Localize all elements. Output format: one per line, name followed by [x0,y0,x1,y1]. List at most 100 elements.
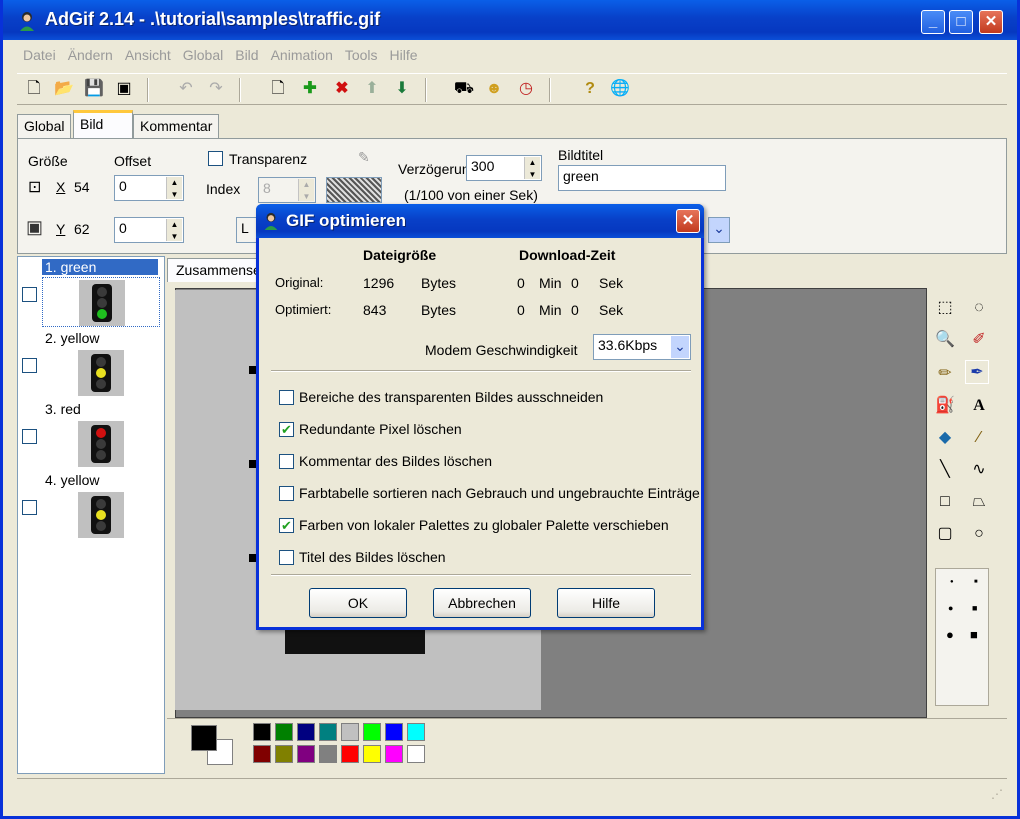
curve-icon[interactable]: ∿ [967,458,991,482]
palette-swatch[interactable] [275,745,293,763]
redo-icon[interactable]: ↷ [205,78,227,100]
index-input[interactable]: 8 ▲ ▼ [258,177,316,203]
move-down-icon[interactable]: ⬇ [391,78,413,100]
palette-swatch[interactable] [297,723,315,741]
frame-thumbnail-3[interactable] [42,419,160,469]
frame-thumbnail-1[interactable] [42,277,160,327]
frame-label-2[interactable]: 2. yellow [42,330,102,346]
frame-label-4[interactable]: 4. yellow [42,472,102,488]
menu-bild[interactable]: Bild [229,44,264,68]
resize-grip-icon[interactable]: ⋰ [991,787,1003,801]
save-as-icon[interactable]: ▣ [113,78,135,100]
offset-y-spinner[interactable]: ▲ ▼ [166,219,182,241]
chevron-down-icon[interactable]: ⌄ [671,336,689,358]
frame-label-1[interactable]: 1. green [42,259,158,275]
palette-swatch[interactable] [319,745,337,763]
menu-ansicht[interactable]: Ansicht [119,44,177,68]
palette-swatch[interactable] [275,723,293,741]
dialog-close-button[interactable]: ✕ [676,209,700,233]
rectangle-icon[interactable]: □ [933,490,957,514]
transparenz-checkbox[interactable] [208,151,223,166]
fill-bucket-icon[interactable]: ◆ [933,426,957,450]
undo-icon[interactable]: ↶ [175,78,197,100]
pen-icon[interactable]: ✒ [965,360,989,384]
palette-swatch[interactable] [363,745,381,763]
zoom-icon[interactable]: 🔍 [933,328,957,352]
brush-size-selector[interactable]: ● ■ ● ■ ● ■ [935,568,989,706]
maximize-button[interactable]: □ [949,10,973,34]
dialog-title-bar[interactable]: GIF optimieren ✕ [256,204,704,238]
dropdown-arrow-icon[interactable]: ⌄ [708,217,730,243]
menu-tools[interactable]: Tools [339,44,384,68]
index-spinner[interactable]: ▲ ▼ [298,179,314,201]
cancel-button[interactable]: Abbrechen [433,588,531,618]
frame-2-checkbox[interactable] [22,358,37,373]
color-picker-icon[interactable]: ⁄ [967,426,991,450]
option-checkbox-2[interactable]: ✔ [279,422,294,437]
option-checkbox-3[interactable] [279,454,294,469]
frame-label-3[interactable]: 3. red [42,401,84,417]
menu-hilfe[interactable]: Hilfe [384,44,424,68]
close-button[interactable]: ✕ [979,10,1003,34]
spray-icon[interactable]: ⛽ [933,394,957,418]
palette-swatch[interactable] [253,745,271,763]
palette-swatch[interactable] [385,745,403,763]
bildtitel-input[interactable]: green [558,165,726,191]
option-checkbox-1[interactable] [279,390,294,405]
delete-frame-icon[interactable]: ✖ [331,78,353,100]
transparency-color-picker[interactable] [326,177,382,203]
timing-clock-icon[interactable]: ◷ [515,78,537,100]
ellipse-icon[interactable]: ○ [967,522,991,546]
palette-swatch[interactable] [319,723,337,741]
new-frame-icon[interactable]: 🗋 [267,78,289,100]
foreground-color-swatch[interactable] [191,725,217,751]
eyedropper-icon[interactable]: ✎ [358,149,370,166]
title-bar[interactable]: AdGif 2.14 - .\tutorial\samples\traffic.… [3,0,1017,40]
frame-4-checkbox[interactable] [22,500,37,515]
line-icon[interactable]: ╲ [933,458,957,482]
palette-swatch[interactable] [341,723,359,741]
delay-input[interactable]: 300 ▲ ▼ [466,155,542,181]
new-file-icon[interactable]: 🗋 [23,78,45,100]
ok-button[interactable]: OK [309,588,407,618]
frame-thumbnail-4[interactable] [42,490,160,540]
modem-speed-select[interactable]: 33.6Kbps ⌄ [593,334,691,360]
frame-thumbnail-2[interactable] [42,348,160,398]
palette-swatch[interactable] [385,723,403,741]
offset-x-input[interactable]: 0 ▲ ▼ [114,175,184,201]
save-icon[interactable]: 💾 [83,78,105,100]
palette-swatch[interactable] [407,745,425,763]
menu-datei[interactable]: Datei [17,44,62,68]
text-tool-icon[interactable]: A [967,394,991,418]
palette-swatch[interactable] [407,723,425,741]
minimize-button[interactable]: _ [921,10,945,34]
polygon-icon[interactable]: ⏢ [967,490,991,514]
menu-global[interactable]: Global [177,44,229,68]
rect-select-icon[interactable]: ⬚ [933,296,957,320]
optimize-icon[interactable]: ⛟ [453,78,475,100]
tab-zusammensetzung[interactable]: Zusammense [167,258,270,282]
web-globe-icon[interactable]: 🌐 [609,78,631,100]
help-button[interactable]: Hilfe [557,588,655,618]
menu-animation[interactable]: Animation [265,44,339,68]
palette-swatch[interactable] [253,723,271,741]
delay-spinner[interactable]: ▲ ▼ [524,157,540,179]
pencil-icon[interactable]: ✏ [933,362,957,386]
help-icon[interactable]: ? [579,78,601,100]
palette-swatch[interactable] [297,745,315,763]
preview-icon[interactable]: ☻ [483,78,505,100]
rounded-rect-icon[interactable]: ▢ [933,522,957,546]
option-checkbox-6[interactable] [279,550,294,565]
lasso-select-icon[interactable]: ◌ [967,296,991,320]
frame-1-checkbox[interactable] [22,287,37,302]
tab-bild[interactable]: Bild [73,110,133,138]
palette-swatch[interactable] [363,723,381,741]
menu-aendern[interactable]: Ändern [62,44,119,68]
tab-kommentar[interactable]: Kommentar [133,114,220,138]
move-up-icon[interactable]: ⬆ [361,78,383,100]
offset-y-input[interactable]: 0 ▲ ▼ [114,217,184,243]
palette-swatch[interactable] [341,745,359,763]
frame-3-checkbox[interactable] [22,429,37,444]
brush-icon[interactable]: ✐ [967,328,991,352]
add-frame-icon[interactable]: ✚ [299,78,321,100]
